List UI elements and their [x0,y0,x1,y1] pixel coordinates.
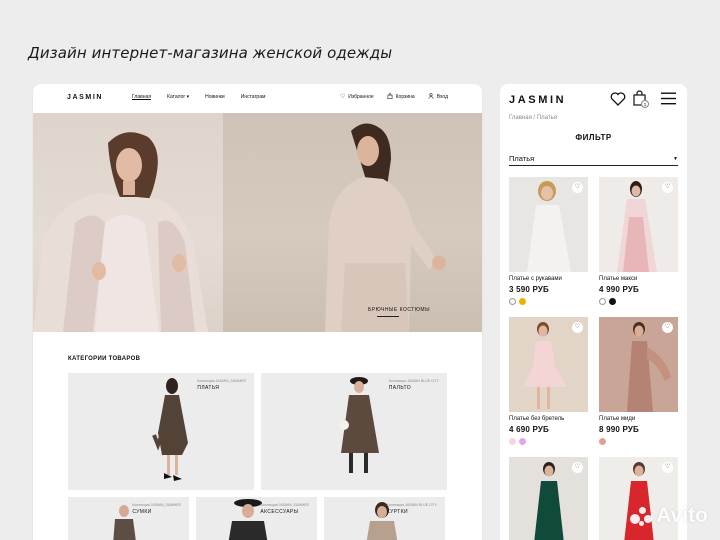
menu-item-instagram[interactable]: Инстаграм [241,94,266,100]
category-label: Коллекция JASMIN BLUE CITY КУРТКИ [387,503,437,515]
color-swatches [509,298,588,305]
mobile-logo[interactable]: JASMIN [509,94,566,106]
product-image: ♡ [509,457,588,540]
menu-item-home[interactable]: Главная [132,94,151,100]
category-name: ПЛАТЬЯ [197,385,220,391]
category-collection: Коллекция JASMIN_SUMMER [132,503,181,507]
cart-label: Корзина [395,94,415,100]
favorites-label: Избранное [348,94,374,100]
product-image: ♡ [599,177,678,272]
color-swatches [599,438,678,445]
color-swatches [509,438,588,445]
category-card-dresses[interactable]: Коллекция JASMIN_SUMMER ПЛАТЬЯ [68,373,254,490]
favorite-heart-icon[interactable]: ♡ [662,462,673,473]
color-swatch[interactable] [519,298,526,305]
category-card-jackets[interactable]: Коллекция JASMIN BLUE CITY КУРТКИ [324,497,445,540]
product-name: Платье миди [599,416,636,422]
watermark-text: Avito [656,504,708,527]
color-swatch[interactable] [519,438,526,445]
color-swatch[interactable] [509,298,516,305]
product-card[interactable]: ♡ Платье миди 8 990 РУБ [599,317,678,445]
product-card[interactable]: ♡ Платье макси 4 990 РУБ [599,177,678,305]
product-image: ♡ [599,317,678,412]
heart-icon: ♡ [339,94,346,100]
category-name: КУРТКИ [386,509,409,515]
mobile-mockup: JASMIN 1 Главная / Платья ФИЛЬТР Платья … [500,84,687,540]
category-label: Коллекция JASMIN_SUMMER СУМКИ [132,503,181,515]
breadcrumb[interactable]: Главная / Платья [509,115,557,121]
category-collection: Коллекция JASMIN_SUMMER [197,379,246,383]
color-swatch[interactable] [599,298,606,305]
category-label: Коллекция JASMIN_SUMMER АКСЕССУАРЫ [260,503,309,515]
menu-item-catalog-label: Каталог [167,94,186,100]
login-link[interactable]: Вход [428,93,448,101]
category-card-coats[interactable]: Коллекция JASMIN BLUE CITY ПАЛЬТО [261,373,447,490]
page-title: Дизайн интернет-магазина женской одежды [28,44,393,62]
color-swatch[interactable] [599,438,606,445]
product-card[interactable]: ♡ Платье без бретель 4 690 РУБ [509,317,588,445]
favorite-heart-icon[interactable]: ♡ [662,182,673,193]
categories-title: КАТЕГОРИИ ТОВАРОВ [68,356,141,362]
color-swatch[interactable] [609,298,616,305]
category-name: СУМКИ [132,509,152,515]
user-icon [428,93,434,101]
product-image: ♡ [509,317,588,412]
product-price: 8 990 РУБ [599,425,639,434]
category-select[interactable]: Платья ▼ [509,154,678,166]
category-select-value: Платья [509,154,535,163]
chevron-down-icon: ▼ [673,156,678,162]
category-card-bags[interactable]: Коллекция JASMIN_SUMMER СУМКИ [68,497,189,540]
avito-watermark: Avito [630,504,708,528]
product-name: Платье без бретель [509,416,565,422]
favorite-heart-icon[interactable]: ♡ [662,322,673,333]
product-image: ♡ [509,177,588,272]
filter-title[interactable]: ФИЛЬТР [500,133,687,142]
desktop-actions: ♡ Избранное Корзина Вход [340,93,448,101]
category-name: АКСЕССУАРЫ [260,509,299,515]
cart-link[interactable]: Корзина [387,93,415,101]
category-collection: Коллекция JASMIN BLUE CITY [386,503,437,507]
avito-logo-icon [630,505,653,527]
hamburger-menu-icon[interactable] [661,92,676,110]
desktop-menu: Главная Каталог ▾ Новинки Инстаграм [132,94,265,100]
product-card[interactable]: ♡ [509,457,588,540]
product-price: 4 690 РУБ [509,425,549,434]
category-label: Коллекция JASMIN BLUE CITY ПАЛЬТО [389,379,439,391]
bag-icon [387,93,393,101]
hero-banner[interactable]: БРЮЧНЫЕ КОСТЮМЫ [33,113,482,332]
menu-item-catalog[interactable]: Каталог ▾ [167,94,189,100]
product-price: 3 590 РУБ [509,285,549,294]
favorites-link[interactable]: ♡ Избранное [340,94,374,100]
heart-icon[interactable] [610,92,626,111]
chevron-down-icon: ▾ [185,94,190,100]
cart-count-badge: 1 [641,100,649,108]
menu-item-new[interactable]: Новинки [205,94,225,100]
hero-photo-left [33,113,223,332]
product-name: Платье макси [599,276,638,282]
desktop-header: JASMIN Главная Каталог ▾ Новинки Инстагр… [33,84,482,112]
product-card[interactable]: ♡ Платье с рукавами 3 590 РУБ [509,177,588,305]
hero-caption[interactable]: БРЮЧНЫЕ КОСТЮМЫ [368,307,430,317]
login-label: Вход [436,94,448,100]
product-price: 4 990 РУБ [599,285,639,294]
category-card-accessories[interactable]: Коллекция JASMIN_SUMMER АКСЕССУАРЫ [196,497,317,540]
favorite-heart-icon[interactable]: ♡ [572,462,583,473]
category-name: ПАЛЬТО [388,385,412,391]
category-collection: Коллекция JASMIN BLUE CITY [388,379,439,383]
category-label: Коллекция JASMIN_SUMMER ПЛАТЬЯ [197,379,246,391]
desktop-logo[interactable]: JASMIN [67,94,103,101]
product-name: Платье с рукавами [509,276,562,282]
category-collection: Коллекция JASMIN_SUMMER [260,503,309,507]
favorite-heart-icon[interactable]: ♡ [572,182,583,193]
hero-photo-right: БРЮЧНЫЕ КОСТЮМЫ [223,113,482,332]
desktop-mockup: JASMIN Главная Каталог ▾ Новинки Инстагр… [33,84,482,540]
color-swatches [599,298,678,305]
color-swatch[interactable] [509,438,516,445]
favorite-heart-icon[interactable]: ♡ [572,322,583,333]
